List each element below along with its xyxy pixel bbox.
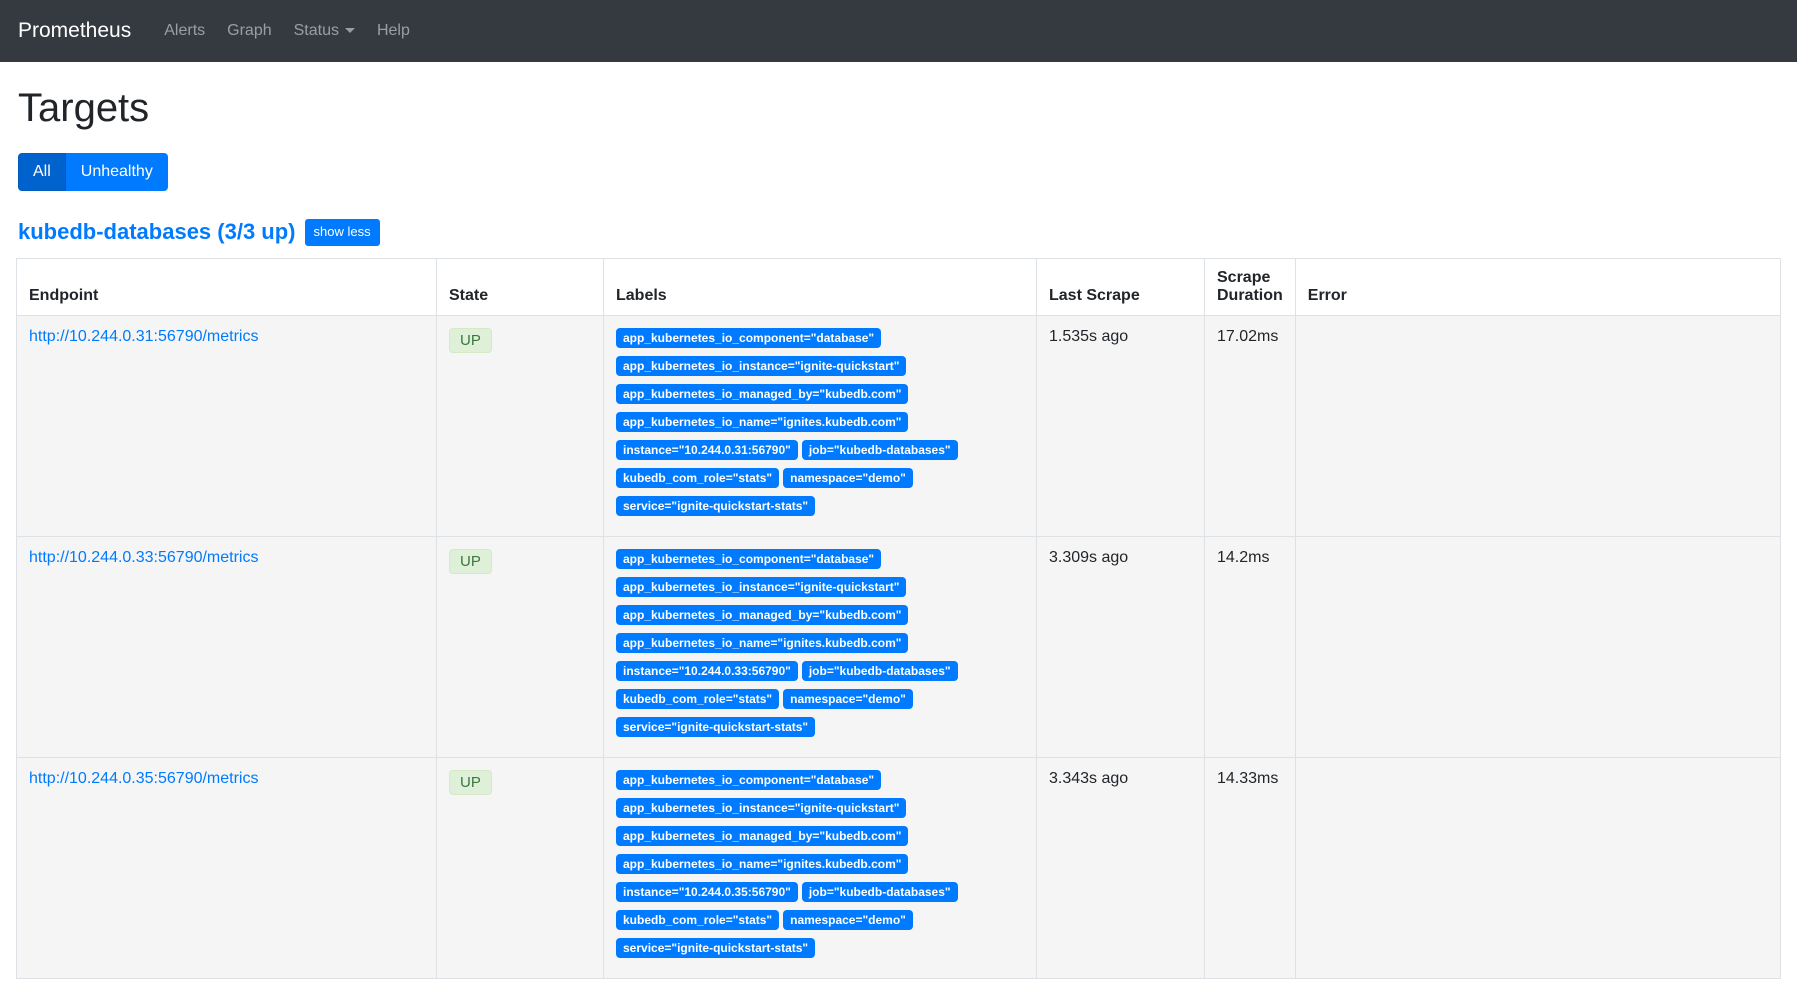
nav-item-status[interactable]: Status bbox=[283, 14, 366, 48]
navbar-brand[interactable]: Prometheus bbox=[18, 19, 131, 43]
header-labels: Labels bbox=[604, 258, 1037, 315]
last-scrape-cell: 3.309s ago bbox=[1037, 536, 1205, 757]
label-badge: instance="10.244.0.33:56790" bbox=[616, 661, 798, 681]
header-endpoint: Endpoint bbox=[17, 258, 437, 315]
label-badge: app_kubernetes_io_instance="ignite-quick… bbox=[616, 356, 906, 376]
show-less-button[interactable]: show less bbox=[305, 219, 380, 245]
state-cell: UP bbox=[437, 536, 604, 757]
labels-cell: app_kubernetes_io_component="database"ap… bbox=[604, 757, 1037, 978]
scrape-duration-cell: 14.2ms bbox=[1205, 536, 1296, 757]
last-scrape-cell: 3.343s ago bbox=[1037, 757, 1205, 978]
state-up-badge: UP bbox=[449, 770, 492, 795]
label-badge: app_kubernetes_io_name="ignites.kubedb.c… bbox=[616, 633, 908, 653]
job-header: kubedb-databases (3/3 up) show less bbox=[18, 219, 1781, 245]
last-scrape-cell: 1.535s ago bbox=[1037, 315, 1205, 536]
label-badge: app_kubernetes_io_component="database" bbox=[616, 328, 881, 348]
error-cell bbox=[1295, 315, 1780, 536]
label-badge: app_kubernetes_io_instance="ignite-quick… bbox=[616, 577, 906, 597]
label-badge: job="kubedb-databases" bbox=[802, 661, 958, 681]
label-badge: kubedb_com_role="stats" bbox=[616, 468, 779, 488]
error-cell bbox=[1295, 757, 1780, 978]
navbar-menu: Alerts Graph Status Help bbox=[153, 14, 421, 48]
targets-table-body: http://10.244.0.31:56790/metrics UP app_… bbox=[17, 315, 1781, 978]
endpoint-cell: http://10.244.0.35:56790/metrics bbox=[17, 757, 437, 978]
label-badge: service="ignite-quickstart-stats" bbox=[616, 717, 815, 737]
filter-unhealthy-button[interactable]: Unhealthy bbox=[66, 153, 168, 191]
target-row: http://10.244.0.33:56790/metrics UP app_… bbox=[17, 536, 1781, 757]
label-badge: app_kubernetes_io_managed_by="kubedb.com… bbox=[616, 826, 908, 846]
state-up-badge: UP bbox=[449, 549, 492, 574]
label-badge: service="ignite-quickstart-stats" bbox=[616, 496, 815, 516]
label-badge: app_kubernetes_io_managed_by="kubedb.com… bbox=[616, 384, 908, 404]
label-badge: job="kubedb-databases" bbox=[802, 882, 958, 902]
label-badge: app_kubernetes_io_instance="ignite-quick… bbox=[616, 798, 906, 818]
navbar: Prometheus Alerts Graph Status Help bbox=[0, 0, 1797, 62]
label-badge: app_kubernetes_io_component="database" bbox=[616, 549, 881, 569]
label-badge: app_kubernetes_io_name="ignites.kubedb.c… bbox=[616, 412, 908, 432]
header-scrape-duration: Scrape Duration bbox=[1205, 258, 1296, 315]
label-badge: namespace="demo" bbox=[783, 689, 913, 709]
scrape-duration-cell: 17.02ms bbox=[1205, 315, 1296, 536]
nav-item-status-label: Status bbox=[294, 22, 339, 39]
label-badge: app_kubernetes_io_name="ignites.kubedb.c… bbox=[616, 854, 908, 874]
target-filter-group: All Unhealthy bbox=[18, 153, 168, 191]
filter-all-button[interactable]: All bbox=[18, 153, 66, 191]
header-error: Error bbox=[1295, 258, 1780, 315]
label-badge: service="ignite-quickstart-stats" bbox=[616, 938, 815, 958]
label-badge: job="kubedb-databases" bbox=[802, 440, 958, 460]
state-cell: UP bbox=[437, 315, 604, 536]
nav-item-help[interactable]: Help bbox=[366, 14, 421, 48]
endpoint-link[interactable]: http://10.244.0.33:56790/metrics bbox=[29, 549, 258, 566]
caret-down-icon bbox=[345, 28, 355, 33]
labels-cell: app_kubernetes_io_component="database"ap… bbox=[604, 536, 1037, 757]
table-header-row: Endpoint State Labels Last Scrape Scrape… bbox=[17, 258, 1781, 315]
state-up-badge: UP bbox=[449, 328, 492, 353]
nav-item-alerts[interactable]: Alerts bbox=[153, 14, 216, 48]
endpoint-cell: http://10.244.0.33:56790/metrics bbox=[17, 536, 437, 757]
label-badge: namespace="demo" bbox=[783, 910, 913, 930]
page-title: Targets bbox=[18, 86, 1781, 131]
endpoint-link[interactable]: http://10.244.0.35:56790/metrics bbox=[29, 770, 258, 787]
target-row: http://10.244.0.35:56790/metrics UP app_… bbox=[17, 757, 1781, 978]
labels-cell: app_kubernetes_io_component="database"ap… bbox=[604, 315, 1037, 536]
header-last-scrape: Last Scrape bbox=[1037, 258, 1205, 315]
label-badge: instance="10.244.0.35:56790" bbox=[616, 882, 798, 902]
scrape-duration-cell: 14.33ms bbox=[1205, 757, 1296, 978]
label-badge: instance="10.244.0.31:56790" bbox=[616, 440, 798, 460]
target-row: http://10.244.0.31:56790/metrics UP app_… bbox=[17, 315, 1781, 536]
main-content: Targets All Unhealthy kubedb-databases (… bbox=[0, 86, 1797, 989]
label-badge: kubedb_com_role="stats" bbox=[616, 910, 779, 930]
label-badge: namespace="demo" bbox=[783, 468, 913, 488]
label-badge: app_kubernetes_io_managed_by="kubedb.com… bbox=[616, 605, 908, 625]
label-badge: app_kubernetes_io_component="database" bbox=[616, 770, 881, 790]
nav-item-graph[interactable]: Graph bbox=[216, 14, 282, 48]
error-cell bbox=[1295, 536, 1780, 757]
endpoint-link[interactable]: http://10.244.0.31:56790/metrics bbox=[29, 328, 258, 345]
endpoint-cell: http://10.244.0.31:56790/metrics bbox=[17, 315, 437, 536]
label-badge: kubedb_com_role="stats" bbox=[616, 689, 779, 709]
targets-table: Endpoint State Labels Last Scrape Scrape… bbox=[16, 258, 1781, 979]
header-state: State bbox=[437, 258, 604, 315]
state-cell: UP bbox=[437, 757, 604, 978]
job-title: kubedb-databases (3/3 up) bbox=[18, 219, 296, 245]
